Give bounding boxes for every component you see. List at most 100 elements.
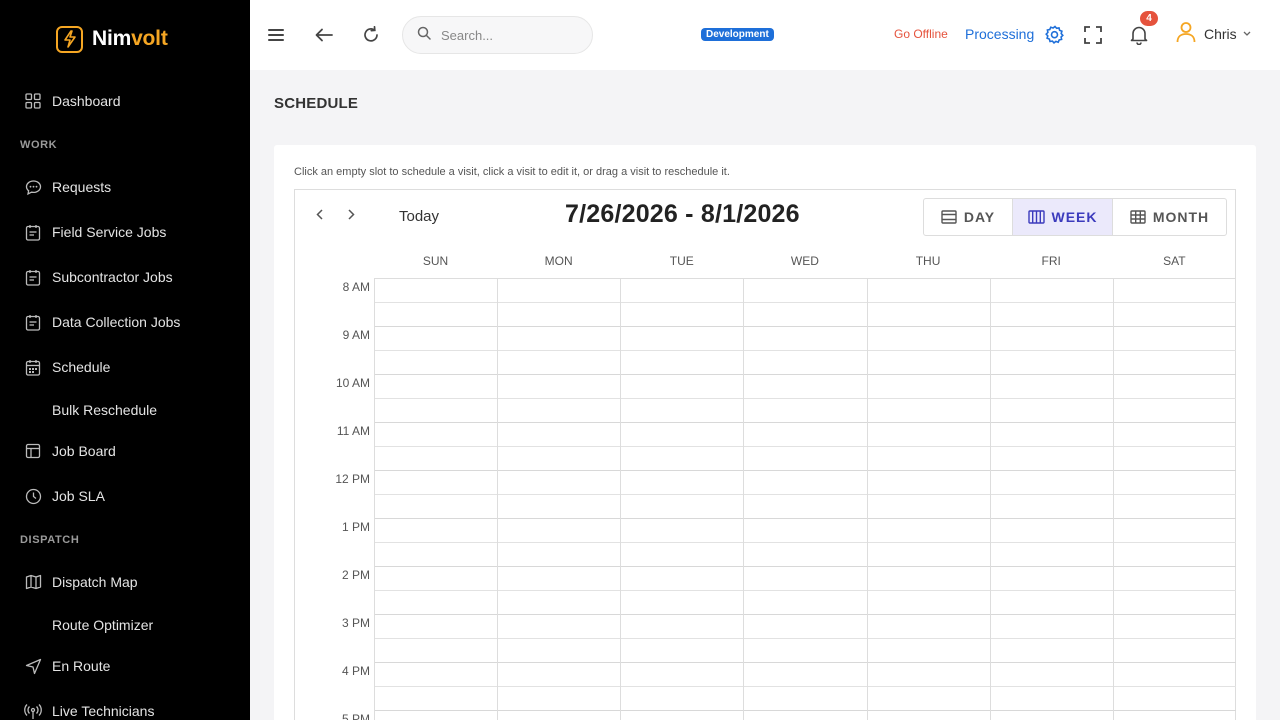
day-view-button[interactable]: DAY [924, 199, 1013, 235]
day-column-divider [497, 279, 498, 720]
sidebar-item-en-route[interactable]: En Route [24, 654, 110, 678]
slot-divider [374, 350, 1236, 351]
chevron-right-icon [347, 207, 355, 225]
top-bar: Development Go Offline Processing 4 Chri… [250, 0, 1280, 70]
user-icon [1176, 21, 1196, 48]
brand-name: Nimvolt [92, 27, 168, 51]
sidebar-item-label: Requests [52, 179, 112, 195]
go-offline-link[interactable]: Go Offline [894, 27, 948, 41]
clipboard-icon [24, 313, 42, 331]
slot-divider [374, 614, 1236, 615]
brand-name-part1: Nim [92, 27, 132, 50]
slot-divider [374, 422, 1236, 423]
sidebar-item-bulk-reschedule[interactable]: Bulk Reschedule [52, 398, 157, 422]
chevron-left-icon [315, 207, 323, 225]
sidebar-item-live-technicians[interactable]: Live Technicians [24, 699, 154, 720]
sidebar-item-label: Data Collection Jobs [52, 314, 181, 330]
user-menu[interactable]: Chris [1176, 20, 1251, 48]
clipboard-icon [24, 223, 42, 241]
gear-icon[interactable] [1042, 22, 1068, 48]
day-column-divider [374, 279, 375, 720]
search-icon [417, 26, 431, 45]
sidebar-item-label: Live Technicians [52, 703, 155, 719]
time-label: 9 AM [342, 328, 370, 342]
day-header-sun: SUN [422, 254, 449, 268]
sidebar-item-label: Schedule [52, 359, 111, 375]
search-input[interactable] [441, 27, 581, 43]
day-column-divider [620, 279, 621, 720]
sidebar-item-label: Field Service Jobs [52, 224, 167, 240]
day-header-wed: WED [790, 254, 819, 268]
day-column-divider [867, 279, 868, 720]
slot-divider [374, 518, 1236, 519]
sidebar-item-label: Bulk Reschedule [52, 402, 158, 418]
board-icon [24, 442, 42, 460]
slot-divider [374, 302, 1236, 303]
processing-link[interactable]: Processing [965, 26, 1034, 42]
time-label: 10 AM [335, 376, 370, 390]
slot-divider [374, 374, 1236, 375]
view-label: WEEK [1051, 209, 1098, 225]
sidebar-item-field-service-jobs[interactable]: Field Service Jobs [24, 220, 166, 244]
sidebar: Nimvolt Dashboard WORK Requests Field Se… [0, 0, 250, 720]
sidebar-item-route-optimizer[interactable]: Route Optimizer [52, 613, 153, 637]
menu-icon[interactable] [263, 22, 289, 48]
sidebar-item-requests[interactable]: Requests [24, 175, 111, 199]
slot-divider [374, 710, 1236, 711]
bolt-icon [56, 25, 83, 53]
day-header-mon: MON [544, 254, 573, 268]
schedule-hint: Click an empty slot to schedule a visit,… [294, 166, 730, 178]
refresh-icon[interactable] [358, 22, 384, 48]
sidebar-item-label: En Route [52, 658, 111, 674]
time-label: 12 PM [335, 472, 370, 486]
time-label: 4 PM [341, 664, 370, 678]
clock-icon [24, 487, 42, 505]
calendar-icon [24, 358, 42, 376]
sidebar-item-dispatch-map[interactable]: Dispatch Map [24, 570, 138, 594]
sidebar-item-label: Dashboard [52, 93, 121, 109]
week-view-button[interactable]: WEEK [1013, 199, 1113, 235]
sidebar-item-job-board[interactable]: Job Board [24, 439, 116, 463]
month-view-button[interactable]: MONTH [1113, 199, 1226, 235]
day-header-tue: TUE [669, 254, 694, 268]
slot-divider [374, 542, 1236, 543]
day-column-divider [990, 279, 991, 720]
sidebar-item-dashboard[interactable]: Dashboard [24, 89, 121, 113]
time-label: 1 PM [341, 520, 370, 534]
next-week-button[interactable] [341, 206, 361, 226]
sidebar-item-label: Job SLA [52, 488, 105, 504]
sidebar-item-schedule[interactable]: Schedule [24, 355, 110, 379]
time-label: 11 AM [336, 424, 370, 438]
view-label: MONTH [1152, 209, 1210, 225]
search-box[interactable] [402, 16, 593, 54]
notification-count-badge: 4 [1140, 11, 1158, 26]
slot-divider [374, 662, 1236, 663]
day-column-divider [1113, 279, 1114, 720]
broadcast-icon [24, 702, 42, 720]
day-view-icon [941, 210, 957, 224]
time-label: 2 PM [341, 568, 370, 582]
slot-divider [374, 446, 1236, 447]
back-arrow-icon[interactable] [311, 22, 337, 48]
previous-week-button[interactable] [309, 206, 329, 226]
sidebar-item-subcontractor-jobs[interactable]: Subcontractor Jobs [24, 265, 173, 289]
view-label: DAY [963, 209, 996, 225]
day-column-divider [743, 279, 744, 720]
sidebar-section-dispatch: DISPATCH [20, 534, 80, 546]
sidebar-item-label: Dispatch Map [52, 574, 138, 590]
week-grid[interactable] [374, 278, 1236, 720]
slot-divider [374, 638, 1236, 639]
sidebar-item-data-collection-jobs[interactable]: Data Collection Jobs [24, 310, 180, 334]
today-button[interactable]: Today [399, 208, 439, 225]
slot-divider [374, 590, 1236, 591]
slot-divider [374, 566, 1236, 567]
sidebar-item-job-sla[interactable]: Job SLA [24, 484, 105, 508]
day-header-thu: THU [915, 254, 941, 268]
app-logo[interactable]: Nimvolt [56, 24, 168, 54]
time-label: 3 PM [341, 616, 370, 630]
fullscreen-icon[interactable] [1080, 22, 1106, 48]
time-label: 8 AM [342, 280, 370, 294]
chevron-down-icon [1243, 31, 1251, 37]
slot-divider [374, 398, 1236, 399]
map-icon [24, 573, 42, 591]
